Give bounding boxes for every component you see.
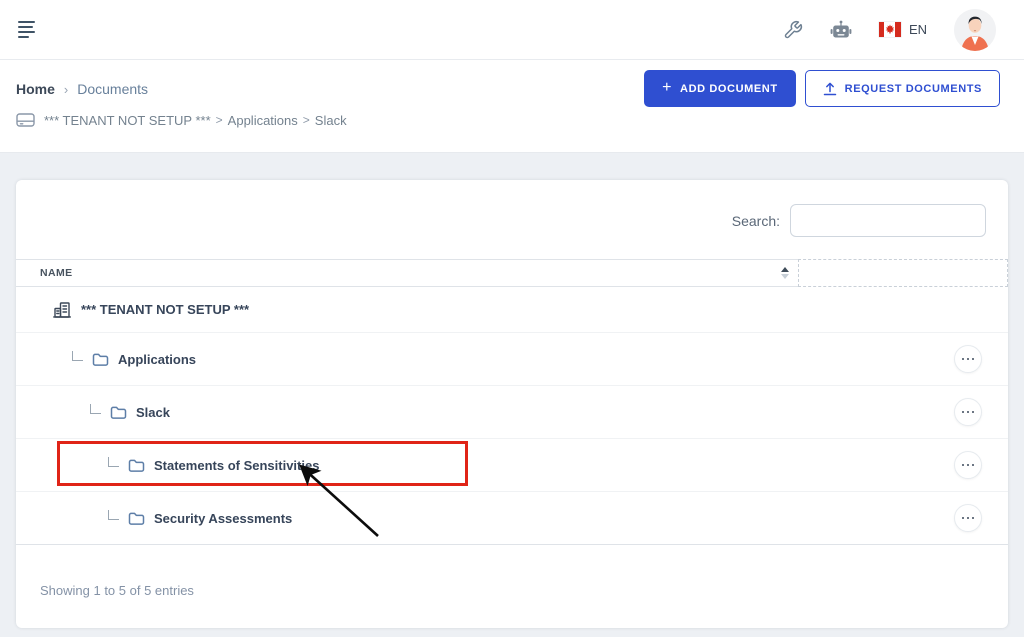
request-documents-button[interactable]: REQUEST DOCUMENTS [804,70,1000,107]
sort-icons[interactable] [781,267,789,279]
table-row: Security Assessments [16,492,1008,545]
canada-flag-icon [878,22,901,37]
tree-connector-icon [108,509,119,520]
breadcrumb-documents[interactable]: Documents [77,81,148,97]
actions-column-header [798,259,1008,287]
breadcrumb-home[interactable]: Home [16,81,55,97]
row-label[interactable]: Security Assessments [154,511,292,526]
main-content: Search: NAME *** TENANT NOT SETUP *** Ap… [0,153,1024,628]
location-segment[interactable]: Slack [315,113,347,128]
language-label: EN [908,22,927,37]
building-icon [52,300,72,320]
page-header: Home › Documents *** TENANT NOT SETUP **… [0,60,1024,153]
documents-card: Search: NAME *** TENANT NOT SETUP *** Ap… [16,180,1008,628]
tree-connector-icon [90,403,101,414]
table-row: Statements of Sensitivities [16,439,1008,492]
row-menu-button[interactable] [954,451,982,479]
hamburger-menu-icon[interactable] [16,17,37,42]
user-avatar[interactable] [954,8,996,51]
upload-icon [823,82,837,96]
location-segment[interactable]: *** TENANT NOT SETUP *** [44,113,211,128]
location-path: *** TENANT NOT SETUP *** > Applications … [44,112,347,128]
entries-status: Showing 1 to 5 of 5 entries [40,583,194,598]
table-row: Applications [16,333,1008,386]
robot-icon[interactable] [830,19,852,40]
row-menu-button[interactable] [954,345,982,373]
current-location: *** TENANT NOT SETUP *** > Applications … [16,112,1000,128]
table-body: *** TENANT NOT SETUP *** Applications Sl… [16,287,1008,545]
row-label[interactable]: Slack [136,405,170,420]
language-switcher[interactable]: EN [878,22,927,37]
folder-icon [92,352,109,367]
row-label[interactable]: *** TENANT NOT SETUP *** [81,302,249,317]
name-column-header[interactable]: NAME [16,259,798,287]
search-label: Search: [731,212,780,229]
row-label[interactable]: Statements of Sensitivities [154,458,319,473]
table-row: Slack [16,386,1008,439]
top-navbar: EN [0,0,1024,60]
row-menu-button[interactable] [954,398,982,426]
folder-icon [128,511,145,526]
tree-connector-icon [72,350,83,361]
add-document-button[interactable]: + ADD DOCUMENT [644,70,796,107]
table-row: *** TENANT NOT SETUP *** [16,287,1008,333]
location-segment[interactable]: Applications [228,113,298,128]
folder-icon [128,458,145,473]
drive-icon [16,112,35,128]
tree-connector-icon [108,456,119,467]
folder-icon [110,405,127,420]
row-label[interactable]: Applications [118,352,196,367]
table-header: NAME [16,259,1008,287]
row-menu-button[interactable] [954,504,982,532]
plus-icon: + [662,79,673,96]
wrench-icon[interactable] [783,20,803,40]
search-input[interactable] [790,204,986,237]
breadcrumb-separator: › [63,81,69,97]
